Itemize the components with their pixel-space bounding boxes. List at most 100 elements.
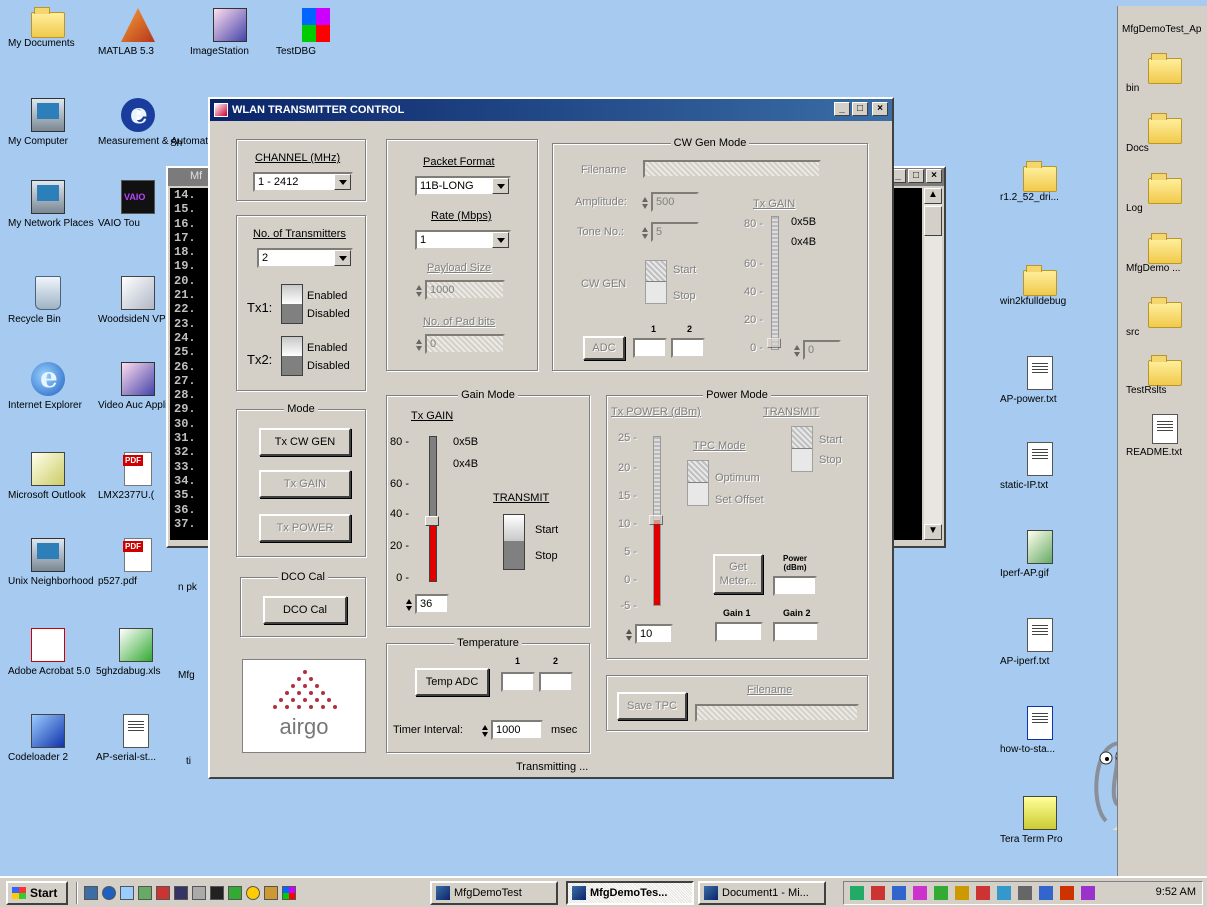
excel-icon[interactable] [228,886,242,900]
gain-value-input[interactable]: 36 [415,594,449,614]
folder-item-readme[interactable]: README.txt [1126,414,1204,458]
payload-size-input[interactable]: 1000 [425,280,505,300]
gain-spin-icon[interactable] [405,596,414,614]
get-meter-button[interactable]: Get Meter... [713,554,763,594]
desktop-icon-ap-serial[interactable]: AP-serial-st... [96,714,176,763]
desktop-icon-ap-iperf[interactable]: AP-iperf.txt [1000,618,1080,667]
minimize-button[interactable]: _ [834,102,850,116]
task-document1[interactable]: Document1 - Mi... [698,881,826,905]
folder-item-log[interactable]: Log [1126,173,1204,214]
desktop-icon-tera-term[interactable]: Tera Term Pro [1000,796,1080,845]
desktop-icon-my-documents[interactable]: My Documents [8,7,88,49]
cw-gain-slider-thumb[interactable] [767,338,781,348]
tray-icon[interactable] [850,886,864,900]
timer-spin-icon[interactable] [481,722,490,740]
desktop-icon-static-ip[interactable]: static-IP.txt [1000,442,1080,491]
scroll-up-button[interactable]: ▲ [924,188,942,204]
chevron-down-icon[interactable] [492,178,509,194]
tray-icon[interactable] [1039,886,1053,900]
tray-icon[interactable] [976,886,990,900]
desktop-icon-xls[interactable]: 5ghzdabug.xls [96,628,176,677]
cw-gain-slider[interactable] [771,216,779,350]
desktop-icon-codeloader[interactable]: Codeloader 2 [8,714,88,763]
packet-format-select[interactable]: 11B-LONG [415,176,511,196]
tone-input[interactable]: 5 [651,222,699,242]
chevron-down-icon[interactable] [334,250,351,266]
wlan-transmitter-dialog[interactable]: WLAN TRANSMITTER CONTROL _ □ × CHANNEL (… [208,97,894,779]
dco-cal-button[interactable]: DCO Cal [263,596,347,624]
folder-item-src[interactable]: src [1126,297,1204,338]
folder-item-docs[interactable]: Docs [1126,113,1204,154]
chrome-icon[interactable] [246,886,260,900]
outlook-icon[interactable] [120,886,134,900]
cw-filename-input[interactable] [643,160,821,178]
tpc-mode-toggle[interactable] [687,460,709,506]
tx-cw-gen-button[interactable]: Tx CW GEN [259,428,351,456]
cw-gain-input[interactable]: 0 [803,340,841,360]
power-value-input[interactable]: 10 [635,624,673,644]
tpc-filename-input[interactable] [695,704,859,722]
channel-select[interactable]: 1 - 2412 [253,172,353,192]
folder-item-bin[interactable]: bin [1126,53,1204,94]
cw-gain-spin-icon[interactable] [793,342,802,360]
show-desktop-icon[interactable] [84,886,98,900]
tone-spin-icon[interactable] [641,224,650,242]
power-transmit-toggle[interactable] [791,426,813,472]
temp-adc-button[interactable]: Temp ADC [415,668,489,696]
desktop-icon-win2kfulldebug[interactable]: win2kfulldebug [1000,265,1080,307]
task-mfgdemotest[interactable]: MfgDemoTest [430,881,558,905]
desktop-icon-unix-neighborhood[interactable]: Unix Neighborhood [8,538,94,587]
gain-slider[interactable] [429,436,437,582]
chevron-down-icon[interactable] [492,232,509,248]
desktop-icon-network-places[interactable]: My Network Places [8,180,94,229]
amplitude-input[interactable]: 500 [651,192,699,212]
tray-icon[interactable] [997,886,1011,900]
tx-gain-button[interactable]: Tx GAIN [259,470,351,498]
desktop-icon-outlook[interactable]: Microsoft Outlook [8,452,88,501]
tray-icon[interactable] [1018,886,1032,900]
pad-bits-input[interactable]: 0 [425,334,505,354]
rate-select[interactable]: 1 [415,230,511,250]
desktop-icon-recycle-bin[interactable]: Recycle Bin [8,276,88,325]
save-tpc-button[interactable]: Save TPC [617,692,687,720]
dialog-titlebar[interactable]: WLAN TRANSMITTER CONTROL _ □ × [210,99,892,121]
tray-icon[interactable] [892,886,906,900]
scroll-down-button[interactable]: ▼ [924,524,942,540]
gain-transmit-toggle[interactable] [503,514,525,570]
desktop-icon-imagestation[interactable]: ImageStation [190,8,270,57]
tray-icon[interactable] [913,886,927,900]
console-scrollbar[interactable]: ▲ ▼ [924,188,942,540]
desktop-icon-acrobat[interactable]: Adobe Acrobat 5.0 [8,628,90,677]
start-button[interactable]: Start [6,881,68,905]
tool-icon[interactable] [264,886,278,900]
amplitude-spin-icon[interactable] [641,194,650,212]
scroll-thumb[interactable] [924,206,942,236]
desktop-icon-how-to-start[interactable]: how-to-sta... [1000,706,1080,755]
tx1-toggle[interactable] [281,284,303,324]
testdbg-icon[interactable] [282,886,296,900]
tray-icon[interactable] [955,886,969,900]
task-mfgdemotest-dialog[interactable]: MfgDemoTes... [566,881,694,905]
desktop-icon-internet-explorer[interactable]: Internet Explorer [8,362,88,411]
cw-adc-button[interactable]: ADC [583,336,625,360]
calendar-icon[interactable] [156,886,170,900]
tx2-toggle[interactable] [281,336,303,376]
tray-icon[interactable] [1060,886,1074,900]
gain-slider-thumb[interactable] [425,516,439,526]
desktop-icon-r12[interactable]: r1.2_52_dri... [1000,161,1080,203]
timer-interval-input[interactable]: 1000 [491,720,543,740]
console-close-button[interactable]: × [926,169,942,183]
internet-explorer-icon[interactable] [102,886,116,900]
desktop-icon-matlab[interactable]: MATLAB 5.3 [98,8,178,57]
desktop-icon-iperf-gif[interactable]: Iperf-AP.gif [1000,530,1080,579]
tx-power-button[interactable]: Tx POWER [259,514,351,542]
tray-icon[interactable] [871,886,885,900]
folder-item-mfgdemo[interactable]: MfgDemo ... [1126,233,1204,274]
folder-item-testrslts[interactable]: TestRslts [1126,355,1204,396]
desktop-icon-my-computer[interactable]: My Computer [8,98,88,147]
tray-icon[interactable] [934,886,948,900]
transmitters-select[interactable]: 2 [257,248,353,268]
power-slider-thumb[interactable] [649,515,663,525]
maximize-button[interactable]: □ [852,102,868,116]
tray-icon[interactable] [1081,886,1095,900]
